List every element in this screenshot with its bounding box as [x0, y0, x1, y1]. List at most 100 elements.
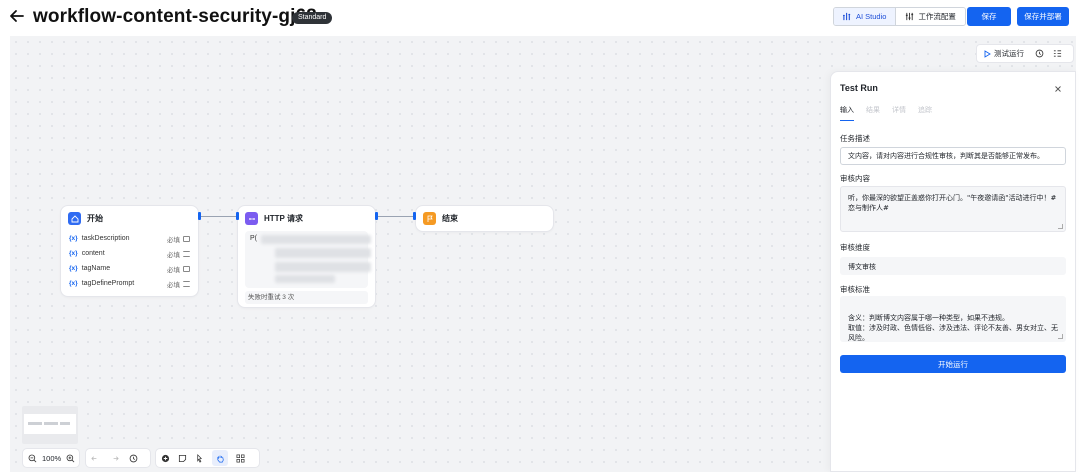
minimap-node: [28, 422, 42, 425]
zoom-out-button[interactable]: [28, 454, 37, 463]
layout-icon: [236, 454, 245, 462]
redacted-text: [275, 248, 371, 258]
hand-icon: [216, 455, 224, 462]
tab-input[interactable]: 输入: [840, 105, 854, 121]
review-dimension-label: 审核维度: [840, 243, 870, 252]
variable-icon: {x}: [69, 250, 78, 257]
zoom-controls: 100%: [22, 448, 80, 468]
panel-title: Test Run: [840, 83, 878, 93]
end-node-title: 结束: [442, 214, 458, 223]
paragraph-type-icon: [183, 280, 190, 287]
retry-info: 失败时重试 3 次: [245, 291, 368, 304]
add-circle-icon: [161, 454, 170, 462]
redacted-text: [275, 275, 335, 283]
input-port[interactable]: [413, 212, 416, 220]
http-method-text: P(: [250, 235, 257, 242]
history-icon: [1035, 49, 1043, 58]
variable-icon: {x}: [69, 265, 78, 272]
pointer-icon: [197, 453, 203, 463]
workflow-config-tab[interactable]: 工作流配置: [896, 8, 965, 25]
tab-trace[interactable]: 追踪: [918, 105, 932, 121]
pointer-mode-button[interactable]: [195, 453, 204, 463]
back-arrow-icon[interactable]: [8, 7, 26, 25]
hand-mode-button[interactable]: [212, 450, 228, 466]
ai-studio-label: AI Studio: [856, 12, 887, 21]
resize-handle[interactable]: [1058, 224, 1063, 229]
minimap-node: [60, 422, 70, 425]
task-description-input[interactable]: 文内容，请对内容进行合规性审核，判断其是否能够正常发布。: [840, 147, 1066, 165]
variable-name: taskDescription: [81, 235, 130, 242]
required-label: 必填: [167, 281, 180, 289]
play-icon: [984, 49, 991, 58]
checklist-button[interactable]: [1048, 45, 1066, 62]
undo-icon: [91, 455, 97, 461]
add-node-button[interactable]: [161, 454, 170, 463]
test-run-tabs: 输入 结果 详情 追踪: [840, 105, 932, 121]
auto-layout-button[interactable]: [236, 454, 245, 463]
view-switcher: AI Studio 工作流配置: [833, 7, 966, 26]
paragraph-type-icon: [183, 250, 190, 257]
variable-row: {x} tagDefinePrompt 必填: [61, 276, 198, 291]
start-node[interactable]: 开始 {x} taskDescription 必填 {x} content 必填 {…: [60, 205, 199, 297]
save-button[interactable]: 保存: [967, 7, 1011, 26]
note-icon: [178, 454, 187, 462]
zoom-level[interactable]: 100%: [42, 454, 61, 463]
minimap-viewport: [24, 414, 76, 434]
redacted-text: [261, 235, 371, 244]
variable-row: {x} tagName 必填: [61, 261, 198, 276]
http-request-node[interactable]: HTTP 请求 P( 失败时重试 3 次: [237, 205, 376, 308]
edition-badge: Standard: [292, 12, 333, 24]
review-content-label: 审核内容: [840, 174, 870, 183]
variable-name: tagDefinePrompt: [81, 280, 135, 287]
version-history-button[interactable]: [129, 454, 138, 463]
undo-button[interactable]: [91, 454, 100, 463]
review-content-textarea[interactable]: 听，你最深的欲望正盖惑你打开心门。"午夜邀请函"活动进行中！#恋与制作人#: [840, 186, 1066, 232]
http-request-preview: P(: [245, 231, 371, 288]
workflow-config-label: 工作流配置: [918, 12, 956, 21]
minimap[interactable]: [22, 406, 78, 444]
input-port[interactable]: [236, 212, 239, 220]
text-type-icon: [183, 265, 190, 272]
history-icon: [129, 454, 138, 462]
variable-icon: {x}: [69, 280, 78, 287]
variable-row: {x} taskDescription 必填: [61, 231, 198, 246]
checklist-icon: [1053, 50, 1061, 57]
review-dimension-input[interactable]: 博文审核: [840, 257, 1066, 275]
resize-handle[interactable]: [1058, 334, 1063, 339]
add-note-button[interactable]: [178, 454, 187, 463]
required-label: 必填: [167, 251, 180, 259]
save-deploy-button[interactable]: 保存并部署: [1017, 7, 1069, 26]
history-button[interactable]: [1030, 45, 1048, 62]
ai-studio-tab[interactable]: AI Studio: [834, 8, 897, 25]
http-node-title: HTTP 请求: [264, 214, 303, 223]
end-flag-icon: [423, 212, 436, 225]
workflow-title: workflow-content-security-gj68: [33, 6, 317, 27]
home-icon: [68, 212, 81, 225]
output-port[interactable]: [198, 212, 201, 220]
required-label: 必填: [167, 236, 180, 244]
test-run-label: 测试运行: [994, 49, 1024, 58]
variable-icon: {x}: [69, 235, 78, 242]
end-node[interactable]: 结束: [415, 205, 554, 232]
tab-result[interactable]: 结果: [866, 105, 880, 121]
task-description-label: 任务描述: [840, 134, 870, 143]
redo-button[interactable]: [110, 454, 119, 463]
test-run-panel: Test Run 输入 结果 详情 追踪 任务描述 文内容，请对内容进行合规性审…: [830, 71, 1076, 472]
config-icon: [906, 12, 914, 21]
canvas-tools: [155, 448, 260, 468]
canvas-run-toolbar: 测试运行: [976, 44, 1074, 63]
edge-start-http: [200, 216, 238, 217]
ai-studio-icon: [843, 12, 851, 21]
edge-http-end: [377, 216, 415, 217]
test-run-button[interactable]: 测试运行: [977, 45, 1030, 62]
tab-detail[interactable]: 详情: [892, 105, 906, 121]
output-port[interactable]: [375, 212, 378, 220]
review-content-text: 听，你最深的欲望正盖惑你打开心门。"午夜邀请函"活动进行中！#恋与制作人#: [848, 194, 1057, 213]
zoom-in-button[interactable]: [66, 454, 75, 463]
close-icon[interactable]: [1053, 84, 1063, 94]
zoom-in-icon: [66, 454, 75, 462]
text-type-icon: [183, 235, 190, 242]
start-run-button[interactable]: 开始运行: [840, 355, 1066, 373]
review-criteria-textarea[interactable]: 含义：判断博文内容属于哪一种类型，如果不违规。 取值：涉及时政、色情低俗、涉及违…: [840, 296, 1066, 342]
redo-icon: [113, 455, 119, 461]
